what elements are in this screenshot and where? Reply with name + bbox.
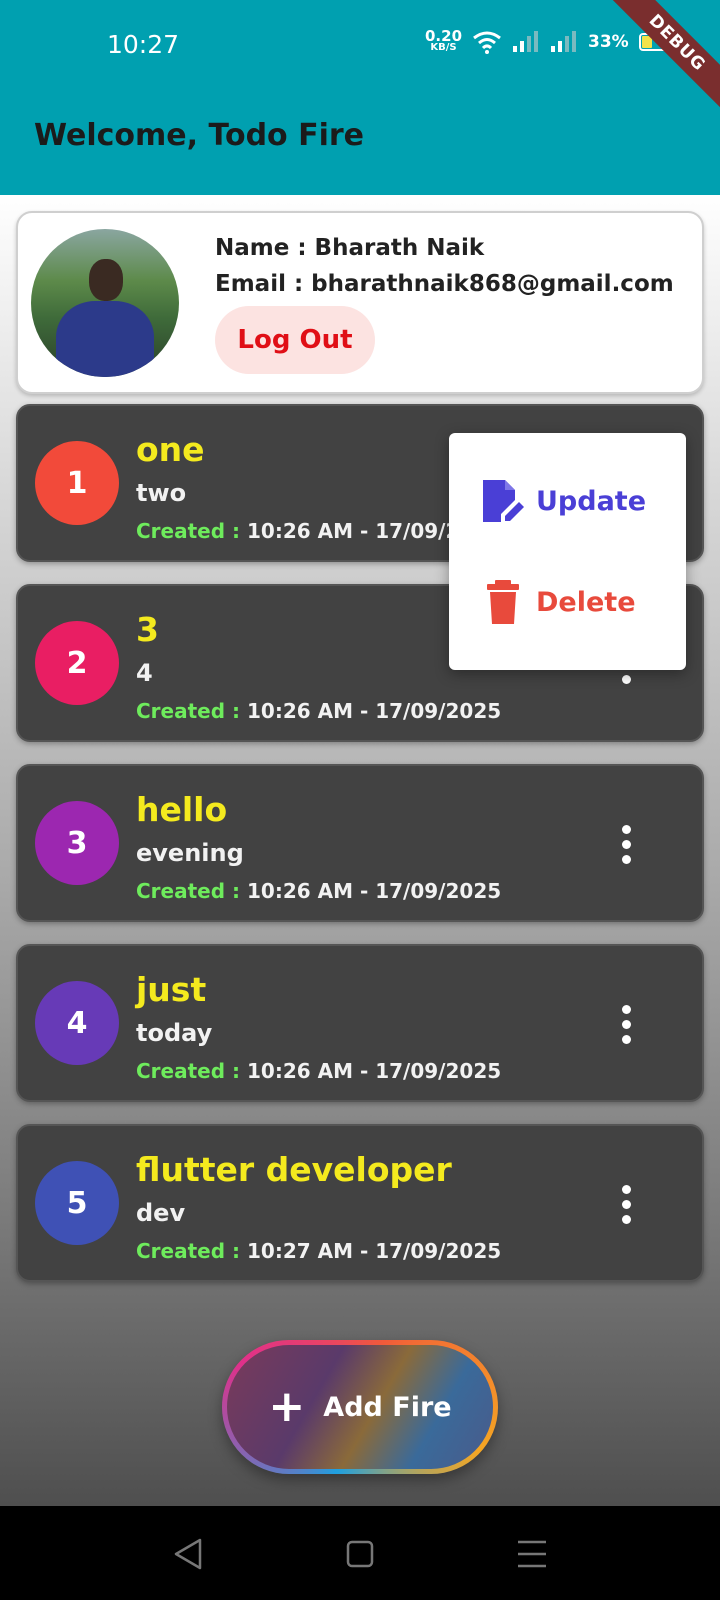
todo-title: hello xyxy=(136,790,228,829)
home-square-icon[interactable] xyxy=(340,1536,380,1572)
status-icons: 0.20 KB/S 33% xyxy=(425,27,673,54)
todo-description: today xyxy=(136,1019,213,1047)
avatar xyxy=(31,229,179,377)
created-value: 10:26 AM - 17/09/2025 xyxy=(246,699,502,723)
menu-update-label: Update xyxy=(536,485,647,517)
plus-icon: + xyxy=(268,1381,306,1432)
menu-delete-label: Delete xyxy=(536,586,636,618)
todo-number-badge: 5 xyxy=(35,1161,119,1245)
wifi-icon xyxy=(473,31,501,54)
todo-created: Created : 10:26 AM - 17/09/2025 xyxy=(136,699,501,723)
add-fire-label: Add Fire xyxy=(323,1391,452,1423)
todo-created: Created : 10:26 AM - 17/09/2025 xyxy=(136,1059,501,1083)
todo-card[interactable]: 5 flutter developer dev Created : 10:27 … xyxy=(16,1124,704,1282)
more-vertical-icon[interactable] xyxy=(606,1176,646,1232)
trash-icon xyxy=(487,580,519,624)
todo-title: flutter developer xyxy=(136,1150,452,1189)
status-time: 10:27 xyxy=(107,30,180,59)
page-title: Welcome, Todo Fire xyxy=(34,118,365,153)
speed-value: 0.20 xyxy=(425,27,463,45)
created-value: 10:27 AM - 17/09/2025 xyxy=(246,1239,502,1263)
back-triangle-icon[interactable] xyxy=(168,1536,208,1572)
todo-number-badge: 1 xyxy=(35,441,119,525)
created-label: Created : xyxy=(136,519,241,543)
todo-created: Created : 10:26 AM - 17/09/2025 xyxy=(136,879,501,903)
todo-number-badge: 3 xyxy=(35,801,119,885)
more-vertical-icon[interactable] xyxy=(606,816,646,872)
app-bar: 10:27 0.20 KB/S 33% DEBUG Welcome, Todo … xyxy=(0,0,720,195)
edit-document-icon xyxy=(483,480,524,522)
todo-title: just xyxy=(136,970,207,1009)
created-label: Created : xyxy=(136,1239,241,1263)
menu-update-item[interactable]: Update xyxy=(449,456,686,546)
battery-percent: 33% xyxy=(588,32,629,52)
todo-description: two xyxy=(136,479,187,507)
signal-icon xyxy=(513,31,539,52)
created-label: Created : xyxy=(136,1059,241,1083)
todo-title: 3 xyxy=(136,610,159,649)
todo-number-badge: 4 xyxy=(35,981,119,1065)
todo-card[interactable]: 3 hello evening Created : 10:26 AM - 17/… xyxy=(16,764,704,922)
profile-email: Email : bharathnaik868@gmail.com xyxy=(215,271,674,297)
todo-created: Created : 10:26 AM - 17/09/2025 xyxy=(136,519,501,543)
created-value: 10:26 AM - 17/09/2025 xyxy=(246,1059,502,1083)
menu-lines-icon[interactable] xyxy=(512,1536,552,1572)
todo-description: evening xyxy=(136,839,244,867)
add-fire-button[interactable]: + Add Fire xyxy=(222,1340,498,1474)
todo-created: Created : 10:27 AM - 17/09/2025 xyxy=(136,1239,501,1263)
network-speed: 0.20 KB/S xyxy=(425,27,463,54)
more-vertical-icon[interactable] xyxy=(606,996,646,1052)
created-label: Created : xyxy=(136,879,241,903)
todo-description: 4 xyxy=(136,659,153,687)
system-nav-bar xyxy=(0,1506,720,1600)
todo-description: dev xyxy=(136,1199,186,1227)
signal-icon-2 xyxy=(551,31,577,52)
menu-delete-item[interactable]: Delete xyxy=(449,557,686,647)
speed-unit: KB/S xyxy=(430,42,457,53)
created-label: Created : xyxy=(136,699,241,723)
created-value: 10:26 AM - 17/09/2025 xyxy=(246,879,502,903)
todo-options-menu: Update Delete xyxy=(449,433,686,670)
debug-banner: DEBUG xyxy=(599,0,720,121)
logout-button[interactable]: Log Out xyxy=(215,306,375,374)
todo-title: one xyxy=(136,430,205,469)
profile-name: Name : Bharath Naik xyxy=(215,235,485,261)
profile-card: Name : Bharath Naik Email : bharathnaik8… xyxy=(16,211,704,394)
todo-number-badge: 2 xyxy=(35,621,119,705)
todo-card[interactable]: 4 just today Created : 10:26 AM - 17/09/… xyxy=(16,944,704,1102)
